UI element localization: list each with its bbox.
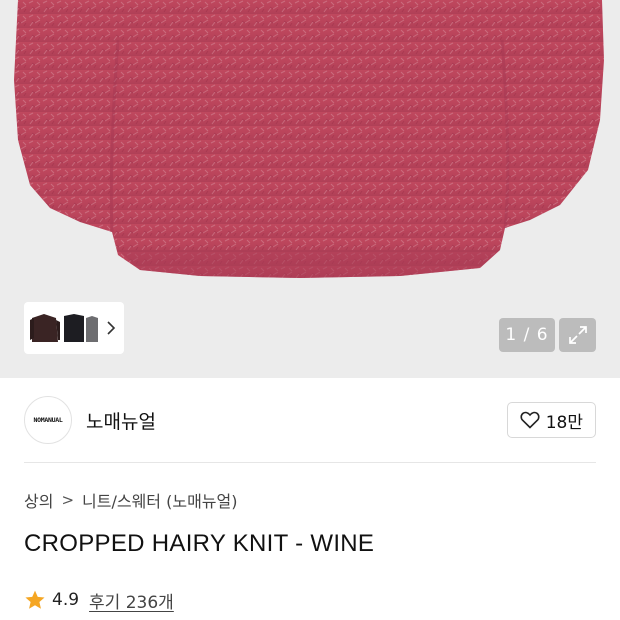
reviews-link[interactable]: 후기 236개 — [89, 588, 174, 613]
divider — [24, 462, 596, 463]
star-icon — [25, 590, 45, 609]
brand-logo-text: NOMANUAL — [33, 416, 63, 424]
breadcrumb: 상의 > 니트/스웨터 (노매뉴얼) — [24, 488, 237, 512]
thumbnail-images — [30, 314, 98, 342]
heart-outline-icon — [520, 411, 540, 429]
expand-icon — [568, 326, 587, 344]
rating-score: 4.9 — [52, 590, 80, 610]
like-button[interactable]: 18만 — [506, 402, 596, 438]
brand-name[interactable]: 노매뉴얼 — [86, 407, 156, 434]
breadcrumb-subcategory[interactable]: 니트/스웨터 (노매뉴얼) — [82, 488, 237, 512]
brand-row: NOMANUAL 노매뉴얼 18만 — [24, 394, 596, 446]
chevron-right-icon — [106, 321, 116, 335]
product-title: CROPPED HAIRY KNIT - WINE — [24, 530, 375, 557]
image-counter: 1 / 6 — [499, 318, 555, 352]
breadcrumb-separator: > — [61, 491, 75, 509]
product-image-gallery[interactable]: 1 / 6 — [0, 0, 620, 378]
breadcrumb-category[interactable]: 상의 — [24, 488, 53, 512]
rating: 4.9 후기 236개 — [24, 586, 174, 614]
thumbnail-strip[interactable] — [24, 302, 124, 354]
like-count: 18만 — [545, 412, 583, 433]
expand-button[interactable] — [559, 318, 596, 352]
brand-logo[interactable]: NOMANUAL — [24, 396, 72, 444]
